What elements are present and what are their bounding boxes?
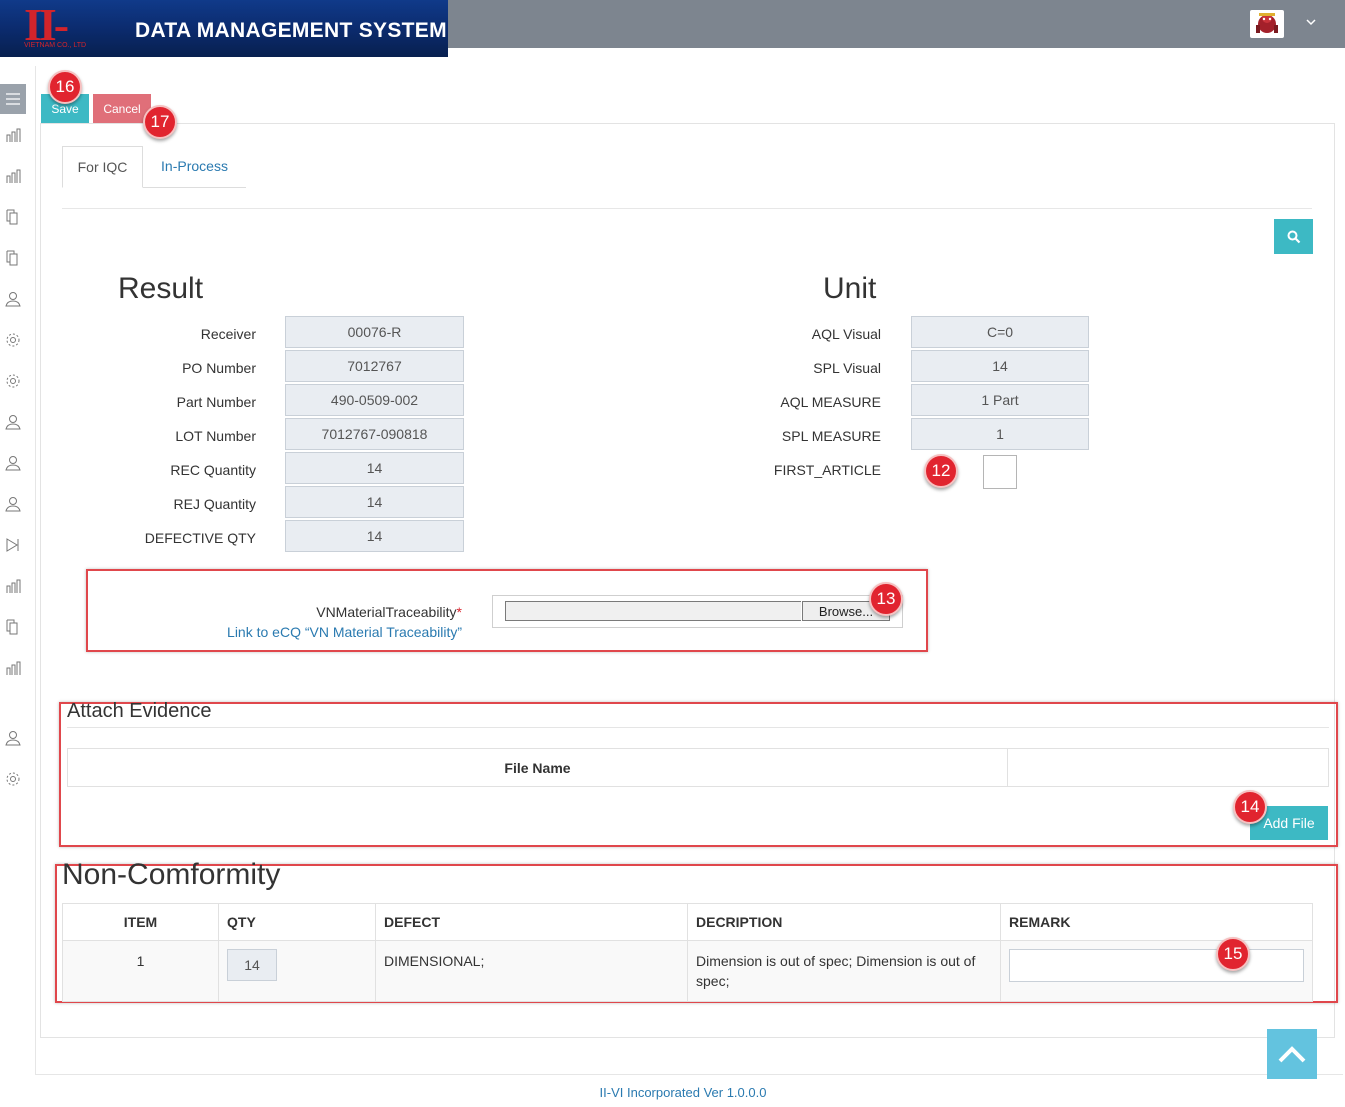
footer-version: II-VI Incorporated Ver 1.0.0.0 [599, 1085, 767, 1100]
annotation-badge: 15 [1216, 937, 1250, 971]
item-column: ITEM [62, 903, 219, 941]
first-article-label: FIRST_ARTICLE [773, 462, 881, 478]
traceability-file-upload: Browse... [492, 595, 903, 628]
chevron-down-icon[interactable] [1305, 14, 1317, 30]
chevron-up-icon [1278, 1046, 1306, 1063]
tab-divider [62, 208, 1312, 209]
spl-measure-field: 1 [911, 418, 1089, 450]
result-heading: Result [118, 272, 204, 305]
rec-quantity-label: REC Quantity [170, 462, 256, 478]
part-number-field: 490-0509-002 [285, 384, 464, 416]
aql-visual-label: AQL Visual [811, 326, 881, 342]
tab-for-iqc[interactable]: For IQC [62, 146, 143, 188]
skip-forward-icon[interactable] [0, 530, 26, 560]
actions-column [1007, 748, 1329, 787]
gear-icon[interactable] [0, 764, 26, 794]
required-mark: * [456, 604, 462, 620]
annotation-badge: 12 [924, 454, 958, 488]
non-conformity-title: Non-Comformity [62, 858, 281, 891]
po-number-field: 7012767 [285, 350, 464, 382]
part-number-label: Part Number [176, 394, 256, 410]
receiver-field: 00076-R [285, 316, 464, 348]
attach-table: File Name [67, 748, 1329, 787]
user-icon[interactable] [0, 489, 26, 519]
documents-icon[interactable] [0, 243, 26, 273]
gear-icon[interactable] [0, 325, 26, 355]
nc-description-cell: Dimension is out of spec; Dimension is o… [687, 940, 1001, 1002]
first-article-checkbox[interactable] [983, 455, 1017, 489]
po-number-label: PO Number [182, 360, 256, 376]
app-title: DATA MANAGEMENT SYSTEM [135, 19, 447, 42]
documents-icon[interactable] [0, 612, 26, 642]
defective-qty-field: 14 [285, 520, 464, 552]
bar-chart-icon[interactable] [0, 653, 26, 683]
lot-number-label: LOT Number [175, 428, 256, 444]
remark-column: REMARK [1000, 903, 1313, 941]
file-name-column: File Name [67, 748, 1008, 787]
logo-mark: II-VI VIETNAM CO., LTD [22, 0, 104, 57]
user-icon[interactable] [0, 407, 26, 437]
search-icon [1287, 230, 1300, 243]
defect-column: DEFECT [375, 903, 688, 941]
menu-icon[interactable] [0, 84, 26, 114]
nc-qty-field: 14 [227, 949, 277, 981]
rec-quantity-field: 14 [285, 452, 464, 484]
logo-subtext: VIETNAM CO., LTD [24, 42, 87, 49]
defective-qty-label: DEFECTIVE QTY [144, 530, 256, 546]
spl-visual-field: 14 [911, 350, 1089, 382]
qty-column: QTY [218, 903, 376, 941]
traceability-label-text: VNMaterialTraceability [316, 604, 457, 620]
bar-chart-icon[interactable] [0, 120, 26, 150]
annotation-badge: 16 [48, 70, 82, 104]
aql-visual-field: C=0 [911, 316, 1089, 348]
nc-remark-cell [1000, 940, 1313, 1002]
nc-table-header: ITEM QTY DEFECT DECRIPTION REMARK [62, 903, 1313, 941]
nc-defect-cell: DIMENSIONAL; [375, 940, 688, 1002]
search-button[interactable] [1274, 219, 1313, 254]
attach-divider [67, 727, 1329, 728]
annotation-badge: 14 [1233, 790, 1267, 824]
traceability-label: VNMaterialTraceability* [250, 604, 462, 620]
description-column: DECRIPTION [687, 903, 1001, 941]
user-avatar[interactable] [1250, 10, 1284, 38]
attach-table-header: File Name [67, 748, 1329, 787]
spl-visual-label: SPL Visual [813, 360, 881, 376]
user-icon[interactable] [0, 284, 26, 314]
scroll-to-top-button[interactable] [1267, 1029, 1317, 1079]
rej-quantity-label: REJ Quantity [173, 496, 256, 512]
user-icon[interactable] [0, 448, 26, 478]
bar-chart-icon[interactable] [0, 161, 26, 191]
remark-input[interactable] [1009, 949, 1304, 982]
annotation-badge: 17 [143, 105, 177, 139]
user-icon[interactable] [0, 723, 26, 753]
receiver-label: Receiver [200, 326, 256, 342]
tab-in-process[interactable]: In-Process [143, 146, 246, 188]
spl-measure-label: SPL MEASURE [781, 428, 881, 444]
documents-icon[interactable] [0, 202, 26, 232]
nc-qty-cell: 14 [218, 940, 376, 1002]
lot-number-field: 7012767-090818 [285, 418, 464, 450]
rej-quantity-field: 14 [285, 486, 464, 518]
table-row: 1 14 DIMENSIONAL; Dimension is out of sp… [62, 940, 1313, 1002]
aql-measure-label: AQL MEASURE [780, 394, 881, 410]
app-logo[interactable]: II-VI VIETNAM CO., LTD DATA MANAGEMENT S… [0, 0, 448, 57]
aql-measure-field: 1 Part [911, 384, 1089, 416]
bar-chart-icon[interactable] [0, 571, 26, 601]
attach-evidence-title: Attach Evidence [67, 700, 212, 722]
gear-icon[interactable] [0, 366, 26, 396]
non-conformity-table: ITEM QTY DEFECT DECRIPTION REMARK 1 14 D… [62, 903, 1313, 1002]
traceability-link[interactable]: Link to eCQ “VN Material Traceability” [190, 624, 462, 640]
file-path-input[interactable] [505, 601, 801, 621]
nc-item-cell: 1 [62, 940, 219, 1002]
annotation-badge: 13 [869, 582, 903, 616]
unit-heading: Unit [823, 272, 877, 305]
